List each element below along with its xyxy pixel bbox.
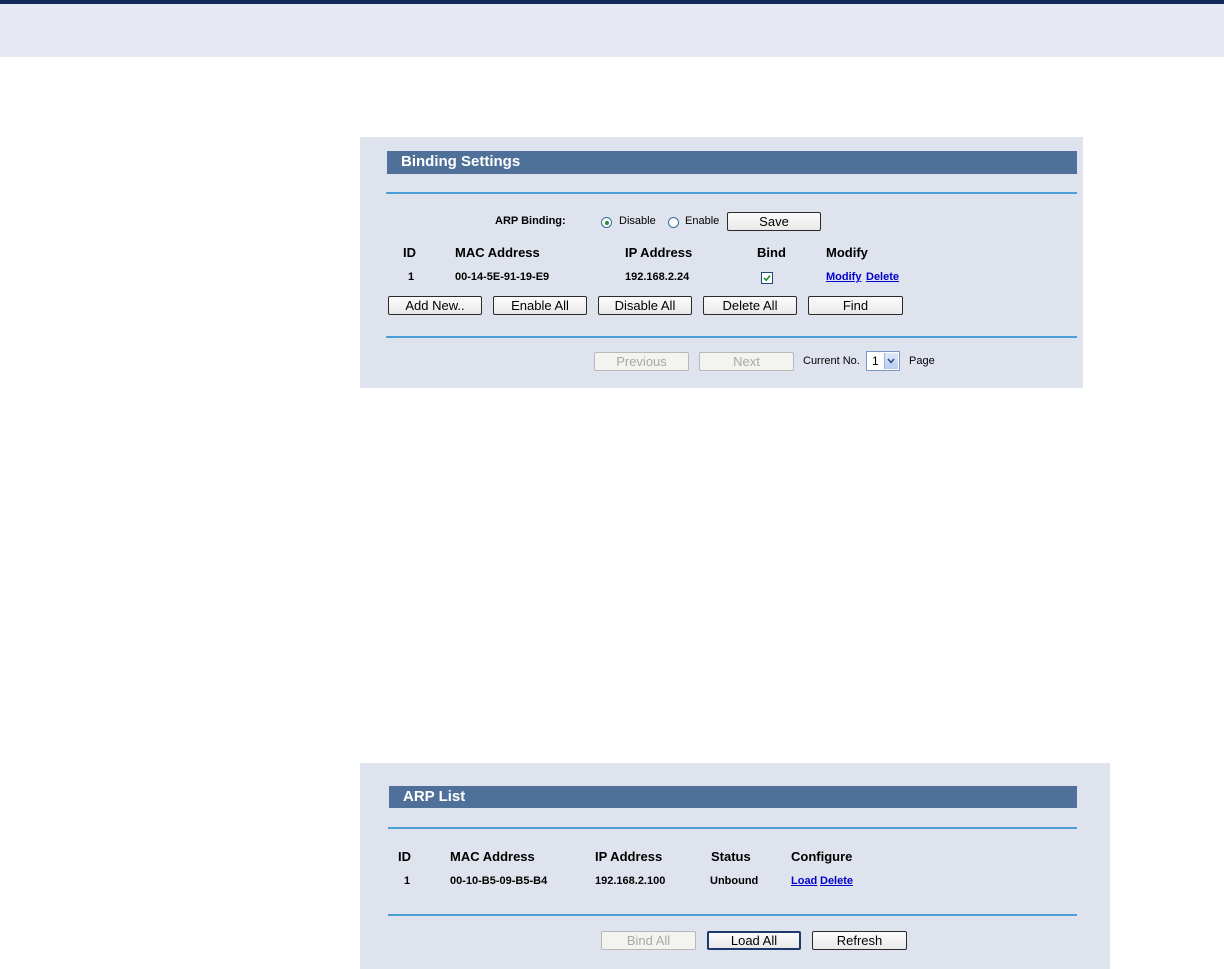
disable-all-button[interactable]: Disable All — [598, 296, 692, 315]
page-select-value: 1 — [872, 354, 879, 368]
disable-radio-label: Disable — [619, 215, 656, 227]
disable-radio[interactable] — [601, 217, 612, 228]
column-header-mac-address: MAC Address — [455, 245, 540, 260]
divider — [386, 192, 1077, 194]
binding-settings-panel: Binding Settings ARP Binding: Disable En… — [360, 137, 1083, 388]
page-select[interactable]: 1 — [866, 351, 900, 371]
load-all-button[interactable]: Load All — [707, 931, 801, 950]
save-button[interactable]: Save — [727, 212, 821, 231]
column-header-modify: Modify — [826, 245, 868, 260]
divider — [388, 827, 1077, 829]
column-header-ip-address: IP Address — [595, 849, 663, 864]
row-mac-address: 00-10-B5-09-B5-B4 — [450, 875, 548, 887]
column-header-mac-address: MAC Address — [450, 849, 535, 864]
row-mac-address: 00-14-5E-91-19-E9 — [455, 271, 550, 283]
binding-settings-title: Binding Settings — [387, 151, 1077, 174]
next-button[interactable]: Next — [699, 352, 794, 371]
delete-link[interactable]: Delete — [866, 271, 899, 283]
row-id: 1 — [408, 271, 415, 283]
page-label: Page — [909, 355, 935, 367]
delete-all-button[interactable]: Delete All — [703, 296, 797, 315]
top-banner — [0, 0, 1224, 57]
previous-button[interactable]: Previous — [594, 352, 689, 371]
column-header-configure: Configure — [791, 849, 853, 864]
column-header-id: ID — [403, 245, 416, 260]
find-button[interactable]: Find — [808, 296, 903, 315]
row-id: 1 — [404, 875, 411, 887]
column-header-id: ID — [398, 849, 411, 864]
current-no-label: Current No. — [803, 355, 860, 367]
bind-all-button[interactable]: Bind All — [601, 931, 696, 950]
column-header-ip-address: IP Address — [625, 245, 693, 260]
add-new-button[interactable]: Add New.. — [388, 296, 482, 315]
enable-radio-label: Enable — [685, 215, 720, 227]
chevron-down-icon — [884, 353, 898, 369]
bind-checkbox[interactable] — [761, 272, 773, 284]
row-status: Unbound — [710, 875, 759, 887]
divider — [388, 914, 1077, 916]
delete-link[interactable]: Delete — [820, 875, 853, 887]
enable-radio[interactable] — [668, 217, 679, 228]
refresh-button[interactable]: Refresh — [812, 931, 907, 950]
arp-list-panel: ARP List ID MAC Address IP Address Statu… — [360, 763, 1110, 969]
column-header-bind: Bind — [757, 245, 786, 260]
row-ip-address: 192.168.2.100 — [595, 875, 666, 887]
modify-link[interactable]: Modify — [826, 271, 861, 283]
load-link[interactable]: Load — [791, 875, 817, 887]
arp-binding-label: ARP Binding: — [495, 215, 566, 227]
enable-all-button[interactable]: Enable All — [493, 296, 587, 315]
row-ip-address: 192.168.2.24 — [625, 271, 690, 283]
divider — [386, 336, 1077, 338]
check-icon — [763, 275, 771, 282]
column-header-status: Status — [711, 849, 751, 864]
arp-list-title: ARP List — [389, 786, 1077, 808]
